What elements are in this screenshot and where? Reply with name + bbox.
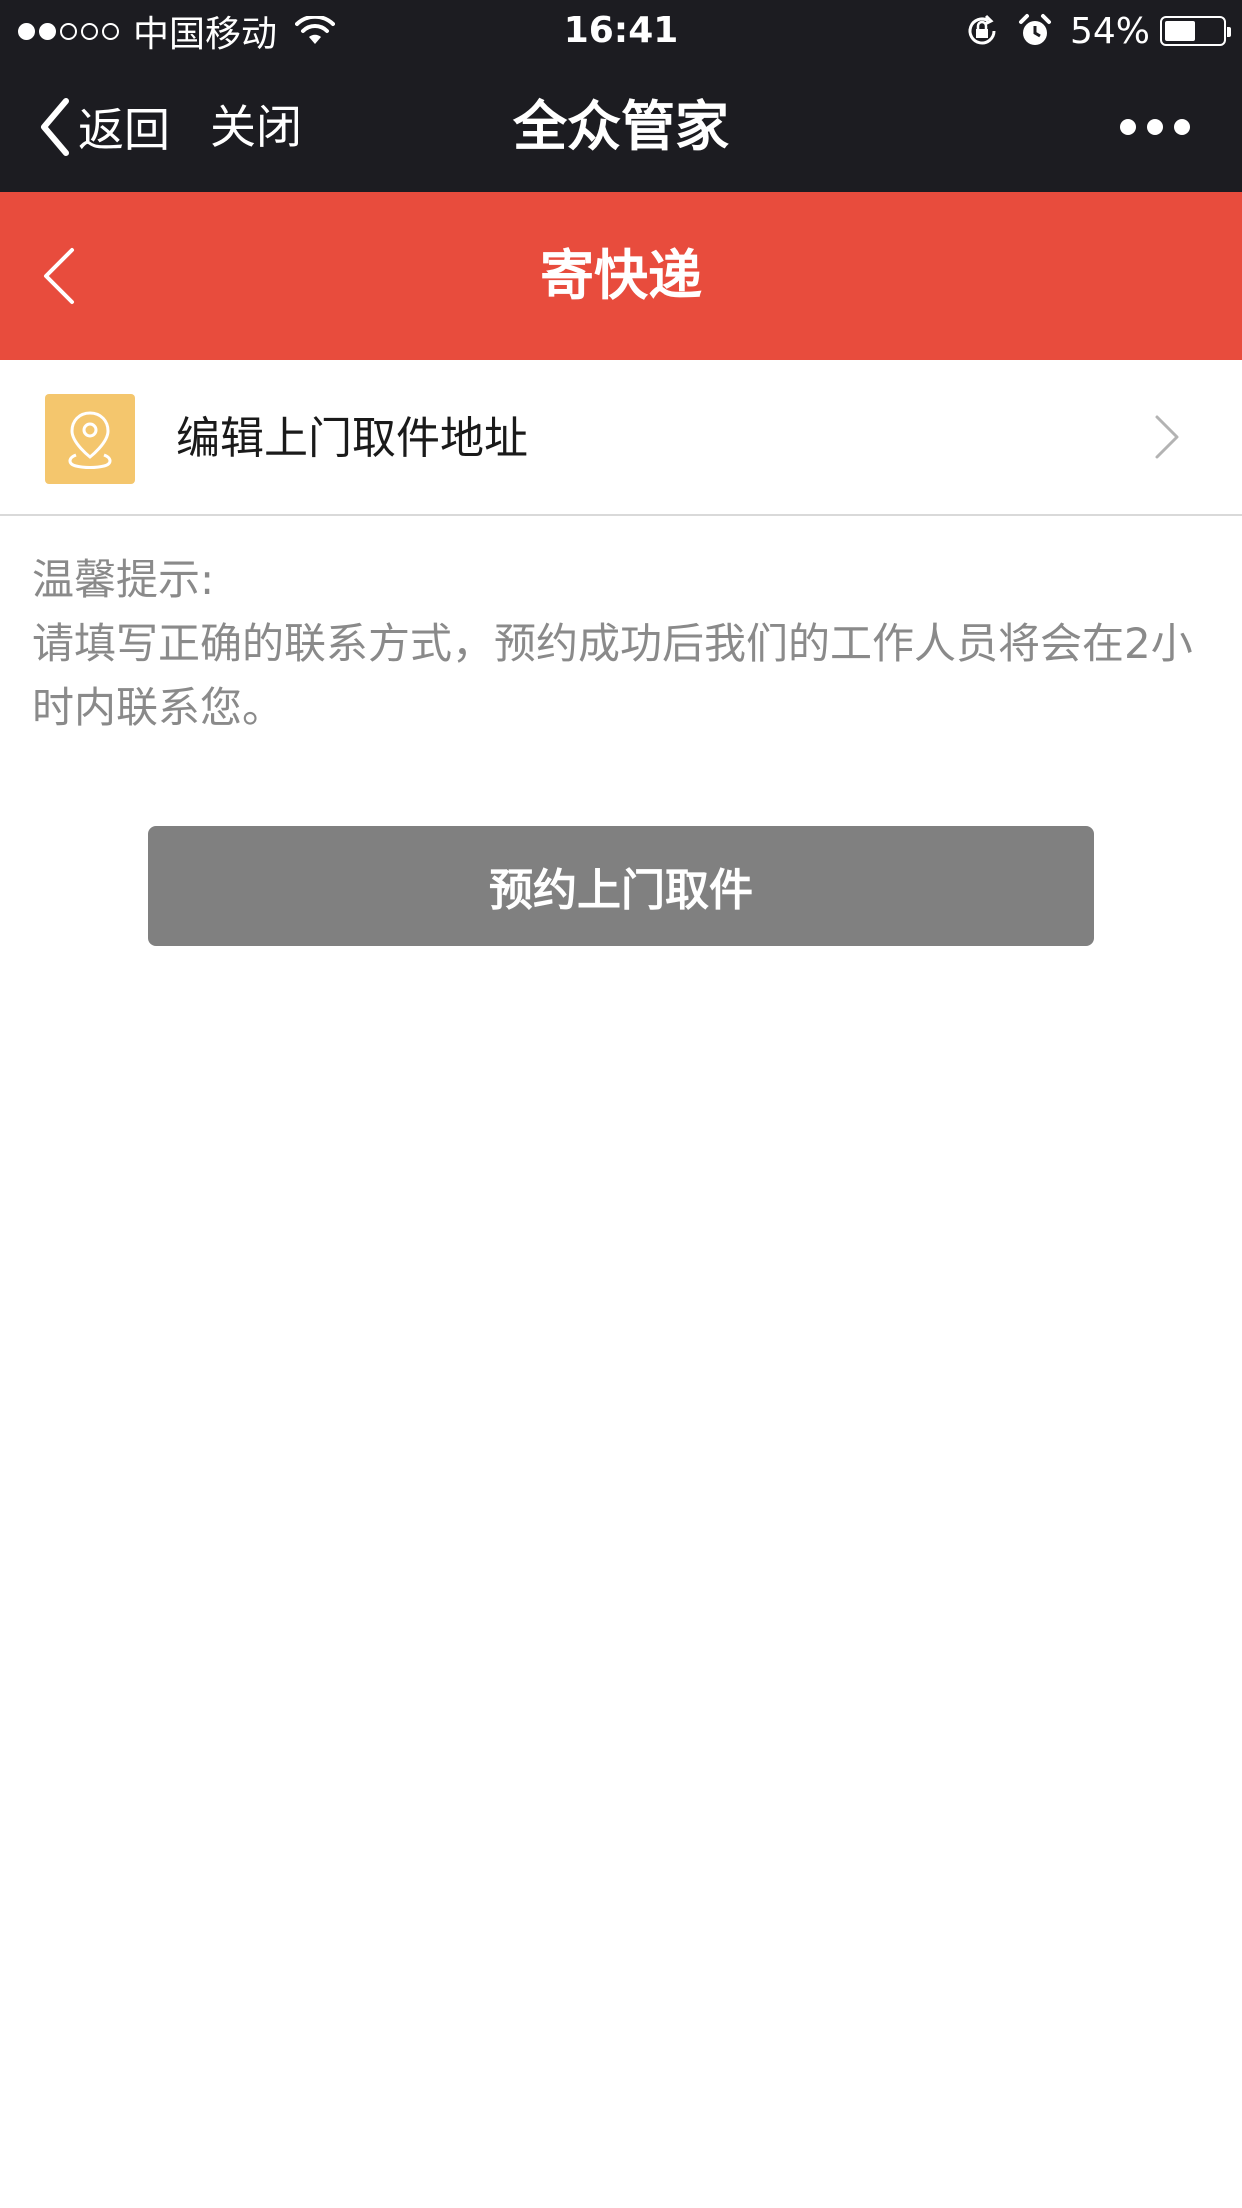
- more-dot-icon: [1174, 119, 1190, 135]
- more-dot-icon: [1120, 119, 1136, 135]
- more-dot-icon: [1147, 119, 1163, 135]
- nav-bar: 返回 关闭 全众管家: [0, 62, 1242, 192]
- edit-address-label: 编辑上门取件地址: [176, 413, 528, 464]
- location-pin-icon: [45, 394, 135, 484]
- section-title: 寄快递: [540, 244, 702, 307]
- status-right: 54%: [964, 8, 1231, 54]
- more-options-button[interactable]: [1109, 110, 1190, 144]
- rotation-lock-icon: [968, 14, 996, 45]
- tip-notice: 温馨提示: 请填写正确的联系方式，预约成功后我们的工作人员将会在2小时内联系您。: [32, 548, 1212, 740]
- section-header: 寄快递: [0, 192, 1242, 360]
- status-bar: 中国移动 16:41 54%: [0, 0, 1242, 62]
- chevron-right-icon: [1155, 415, 1179, 459]
- page-title: 全众管家: [513, 95, 729, 158]
- alarm-icon: [1018, 14, 1051, 45]
- tip-heading: 温馨提示:: [32, 555, 215, 604]
- battery-level: [1165, 21, 1196, 41]
- battery-percent: 54%: [1069, 10, 1150, 52]
- battery-icon: [1160, 16, 1231, 46]
- edit-address-row[interactable]: 编辑上门取件地址: [0, 360, 1242, 516]
- book-pickup-button[interactable]: 预约上门取件: [148, 826, 1094, 946]
- tip-body: 请填写正确的联系方式，预约成功后我们的工作人员将会在2小时内联系您。: [32, 619, 1193, 732]
